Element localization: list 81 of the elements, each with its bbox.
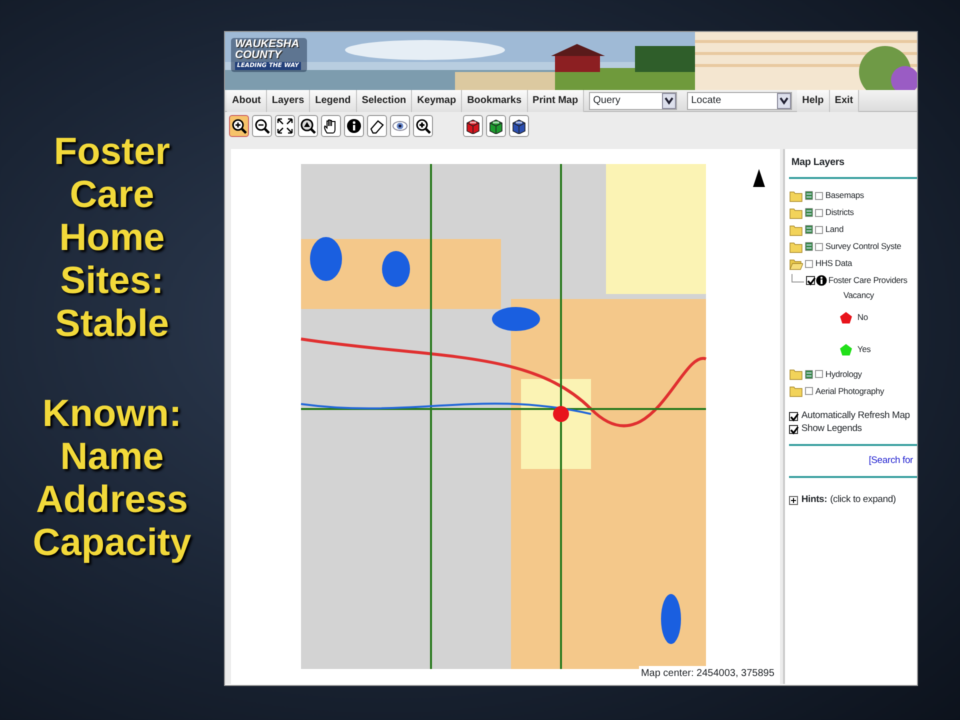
slide-heading: Foster Care Home Sites: Stable bbox=[54, 130, 170, 346]
panel-title: Map Layers bbox=[789, 153, 917, 179]
tool-button[interactable] bbox=[229, 115, 249, 137]
tool-button[interactable] bbox=[367, 115, 387, 137]
legend-icon bbox=[805, 208, 814, 217]
box-icon bbox=[511, 118, 527, 134]
layer-label[interactable]: Foster Care Providers bbox=[828, 274, 908, 287]
checkbox[interactable] bbox=[815, 242, 824, 250]
legend-icon bbox=[805, 191, 814, 200]
menu-button[interactable]: Keymap bbox=[412, 90, 462, 112]
eye-icon bbox=[392, 118, 408, 134]
checkbox[interactable] bbox=[805, 260, 814, 268]
checkbox[interactable] bbox=[805, 387, 814, 396]
legend-title: Vacancy bbox=[842, 289, 875, 302]
folder-icon[interactable] bbox=[789, 206, 804, 220]
checkbox[interactable] bbox=[815, 370, 824, 378]
logo-text: WAUKESHA bbox=[235, 39, 300, 50]
tool-button[interactable] bbox=[252, 115, 272, 137]
checkbox[interactable] bbox=[789, 412, 798, 421]
checkbox[interactable] bbox=[815, 208, 824, 216]
menu-button[interactable]: Bookmarks bbox=[462, 90, 528, 112]
folder-icon[interactable] bbox=[789, 188, 804, 202]
tool-button[interactable] bbox=[486, 115, 506, 137]
hints-note: (click to expand) bbox=[830, 493, 896, 508]
tool-button[interactable] bbox=[509, 115, 529, 137]
layer-label[interactable]: Basemaps bbox=[825, 189, 864, 202]
search-link[interactable]: [Search for bbox=[868, 454, 913, 466]
menu-button[interactable]: Selection bbox=[356, 90, 412, 112]
map-center-readout: Map center: 2454003, 375895 bbox=[638, 666, 776, 681]
legend-icon bbox=[805, 370, 814, 379]
layer-label[interactable]: Survey Control Syste bbox=[825, 240, 902, 253]
menu-button[interactable]: About bbox=[227, 90, 267, 112]
tool-button[interactable] bbox=[275, 115, 295, 137]
box-icon bbox=[488, 118, 504, 134]
slide-subheading: Known: Name Address Capacity bbox=[32, 393, 192, 566]
folder-icon[interactable] bbox=[789, 367, 804, 382]
legend-icon bbox=[805, 225, 814, 234]
menu-button[interactable]: Legend bbox=[310, 90, 357, 112]
open-folder-icon[interactable] bbox=[789, 256, 804, 270]
tool-button[interactable] bbox=[321, 115, 341, 137]
checkbox[interactable] bbox=[806, 276, 816, 285]
folder-icon[interactable] bbox=[789, 384, 804, 398]
dropdown-field[interactable]: Query bbox=[589, 92, 678, 110]
layer-label[interactable]: Land bbox=[825, 223, 844, 236]
zoom-in-icon bbox=[231, 118, 247, 134]
info-icon bbox=[346, 118, 362, 134]
menu-button[interactable]: Layers bbox=[266, 90, 310, 112]
magnifier-icon bbox=[300, 118, 316, 134]
caret-icon[interactable] bbox=[662, 93, 676, 109]
folder-icon[interactable] bbox=[789, 240, 804, 254]
folder-icon[interactable] bbox=[789, 222, 804, 236]
menu-button[interactable]: Exit bbox=[830, 90, 860, 112]
zoom-in-icon bbox=[415, 118, 431, 134]
menu-button[interactable]: Help bbox=[797, 90, 830, 112]
layer-label[interactable]: HHS Data bbox=[815, 257, 852, 270]
layer-label[interactable]: Districts bbox=[825, 206, 854, 219]
checkbox[interactable] bbox=[815, 192, 824, 200]
option-label[interactable]: Automatically Refresh Map bbox=[801, 409, 910, 424]
option-label[interactable]: Show Legends bbox=[801, 422, 862, 436]
logo-text: COUNTY bbox=[235, 50, 283, 61]
checkbox[interactable] bbox=[815, 226, 824, 234]
checkbox[interactable] bbox=[789, 424, 798, 434]
caret-icon[interactable] bbox=[777, 93, 792, 109]
dropdown-field[interactable]: Locate bbox=[687, 92, 792, 110]
layer-label[interactable]: Hydrology bbox=[825, 368, 862, 381]
layer-label[interactable]: Aerial Photography bbox=[815, 384, 884, 398]
hints-label[interactable]: Hints: bbox=[801, 493, 828, 508]
legend-label: No bbox=[857, 311, 868, 324]
eraser-icon bbox=[369, 118, 385, 134]
tool-button[interactable] bbox=[344, 115, 364, 137]
expand-icon bbox=[277, 118, 293, 134]
expand-icon[interactable] bbox=[789, 496, 798, 505]
legend-icon bbox=[805, 242, 814, 251]
zoom-out-icon bbox=[254, 118, 270, 134]
tool-button[interactable] bbox=[298, 115, 318, 137]
box-icon bbox=[465, 118, 481, 134]
legend-label: Yes bbox=[857, 343, 871, 356]
info-icon[interactable] bbox=[816, 275, 828, 286]
tool-button[interactable] bbox=[413, 115, 433, 137]
tool-button[interactable] bbox=[463, 115, 483, 137]
menu-button[interactable]: Print Map bbox=[528, 90, 584, 112]
